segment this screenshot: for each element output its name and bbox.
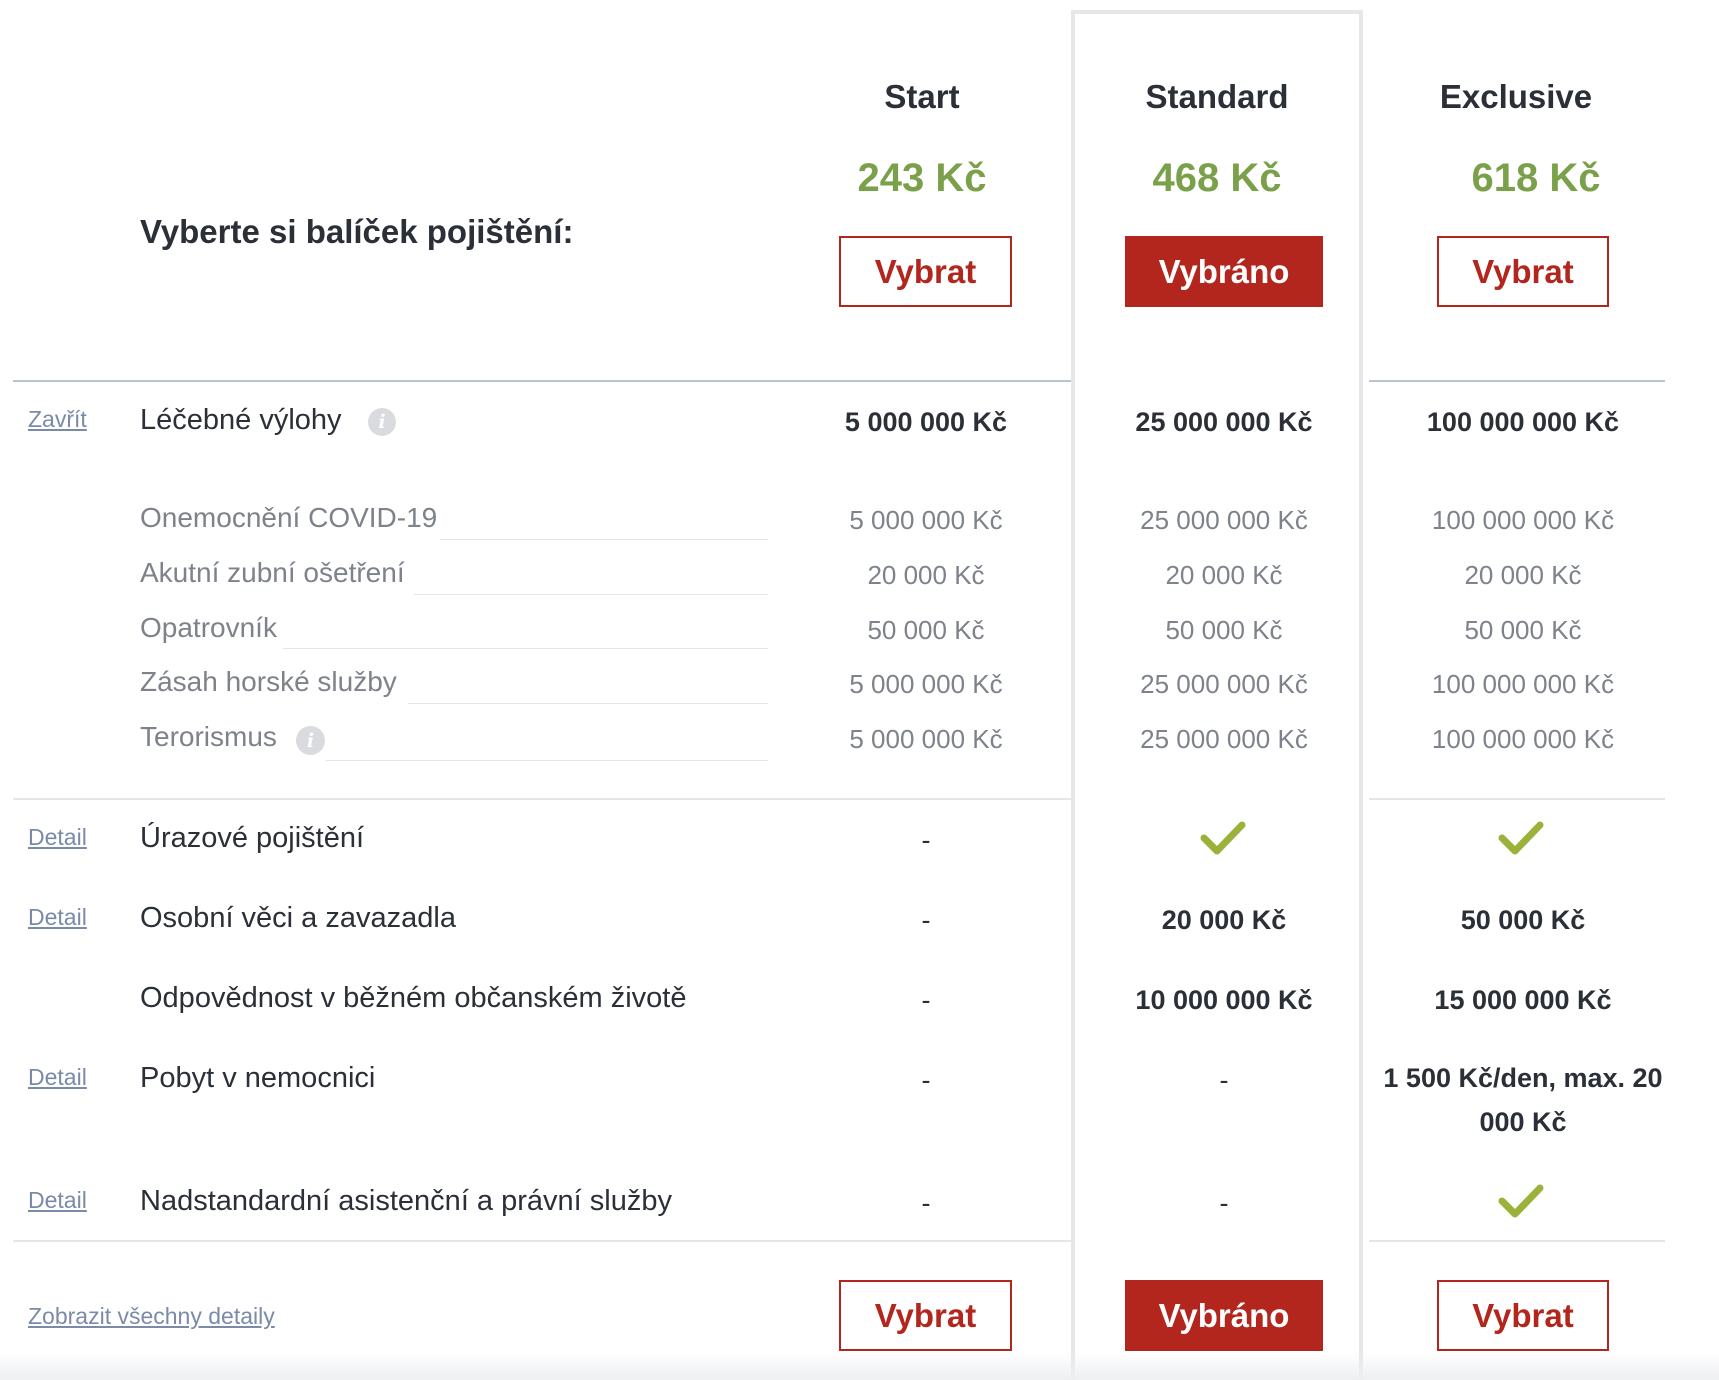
plan-name-standard: Standard (1145, 78, 1289, 115)
liability-value-start: - (921, 985, 931, 1015)
sub-row-label: Akutní zubní ošetření (140, 557, 405, 588)
medical-value-start: 5 000 000 Kč (844, 407, 1008, 437)
info-icon[interactable]: i (368, 408, 396, 436)
detail-link-accident[interactable]: Detail (28, 824, 87, 851)
plan-price-start: 243 Kč (857, 156, 987, 200)
sub-row-label: Zásah horské služby (140, 666, 397, 697)
detail-link-hospital[interactable]: Detail (28, 1064, 87, 1091)
accident-insurance-label: Úrazové pojištění (140, 822, 365, 854)
sub-row-value: 50 000 Kč (1165, 615, 1283, 645)
assistance-label: Nadstandardní asistenční a právní služby (140, 1185, 672, 1217)
sub-row-value: 20 000 Kč (1464, 560, 1582, 590)
sub-row-leader (408, 703, 768, 704)
medical-value-standard: 25 000 000 Kč (1135, 407, 1313, 437)
sub-row-leader (283, 648, 768, 649)
select-exclusive-button[interactable]: Vybrat (1437, 236, 1609, 307)
hospital-stay-label: Pobyt v nemocnici (140, 1062, 376, 1094)
liability-value-exclusive: 15 000 000 Kč (1434, 985, 1612, 1015)
sub-row-value: 25 000 000 Kč (1140, 505, 1308, 535)
sub-row-value: 20 000 Kč (1165, 560, 1283, 590)
sub-row-leader (326, 760, 768, 761)
select-start-button[interactable]: Vybrat (839, 236, 1012, 307)
assistance-value-standard: - (1219, 1188, 1229, 1218)
sub-row-label: Onemocnění COVID-19 (140, 502, 438, 533)
select-exclusive-button-bottom[interactable]: Vybrat (1437, 1280, 1609, 1351)
assistance-value-start: - (921, 1188, 931, 1218)
hospital-value-standard: - (1219, 1065, 1229, 1095)
sub-row-value: 20 000 Kč (867, 560, 985, 590)
luggage-label: Osobní věci a zavazadla (140, 902, 456, 934)
show-all-details-link[interactable]: Zobrazit všechny detaily (28, 1303, 275, 1330)
sub-row-value: 25 000 000 Kč (1140, 669, 1308, 699)
accident-value-start: - (921, 825, 931, 855)
terrorism-info-icon[interactable]: i (296, 726, 325, 755)
sub-row-label: Opatrovník (140, 612, 277, 643)
sub-row-leader (414, 594, 768, 595)
plan-name-exclusive: Exclusive (1439, 78, 1593, 115)
sub-row-value: 100 000 000 Kč (1431, 724, 1615, 754)
plan-name-start: Start (884, 78, 960, 115)
close-medical-link[interactable]: Zavřít (28, 406, 87, 433)
plan-price-standard: 468 Kč (1152, 156, 1282, 200)
selected-standard-button[interactable]: Vybráno (1125, 236, 1323, 307)
sub-row-value: 5 000 000 Kč (849, 724, 1003, 754)
medical-expenses-label: Léčebné výlohy (140, 404, 342, 436)
sub-row-value: 50 000 Kč (867, 615, 985, 645)
plan-price-exclusive: 618 Kč (1471, 156, 1601, 200)
luggage-value-start: - (921, 905, 931, 935)
check-icon (1200, 821, 1246, 855)
luggage-value-standard: 20 000 Kč (1161, 905, 1287, 935)
sub-row-value: 50 000 Kč (1464, 615, 1582, 645)
hospital-value-exclusive: 1 500 Kč/den, max. 20 000 Kč (1383, 1063, 1663, 1137)
sub-row-value: 100 000 000 Kč (1431, 669, 1615, 699)
hospital-value-start: - (921, 1065, 931, 1095)
sub-row-value: 100 000 000 Kč (1431, 505, 1615, 535)
sub-row-label: Terorismus (140, 721, 277, 752)
page-title: Vyberte si balíček pojištění: (140, 213, 574, 250)
detail-link-assistance[interactable]: Detail (28, 1187, 87, 1214)
liability-value-standard: 10 000 000 Kč (1135, 985, 1313, 1015)
check-icon (1498, 1184, 1544, 1218)
sub-row-value: 5 000 000 Kč (849, 505, 1003, 535)
medical-value-exclusive: 100 000 000 Kč (1426, 407, 1620, 437)
luggage-value-exclusive: 50 000 Kč (1460, 905, 1586, 935)
sub-row-value: 5 000 000 Kč (849, 669, 1003, 699)
sub-row-value: 25 000 000 Kč (1140, 724, 1308, 754)
select-start-button-bottom[interactable]: Vybrat (839, 1280, 1012, 1351)
check-icon (1498, 821, 1544, 855)
liability-label: Odpovědnost v běžném občanském životě (140, 982, 687, 1014)
detail-link-luggage[interactable]: Detail (28, 904, 87, 931)
sub-row-leader (440, 539, 768, 540)
bottom-fade (0, 1352, 1719, 1380)
selected-standard-button-bottom[interactable]: Vybráno (1125, 1280, 1323, 1351)
